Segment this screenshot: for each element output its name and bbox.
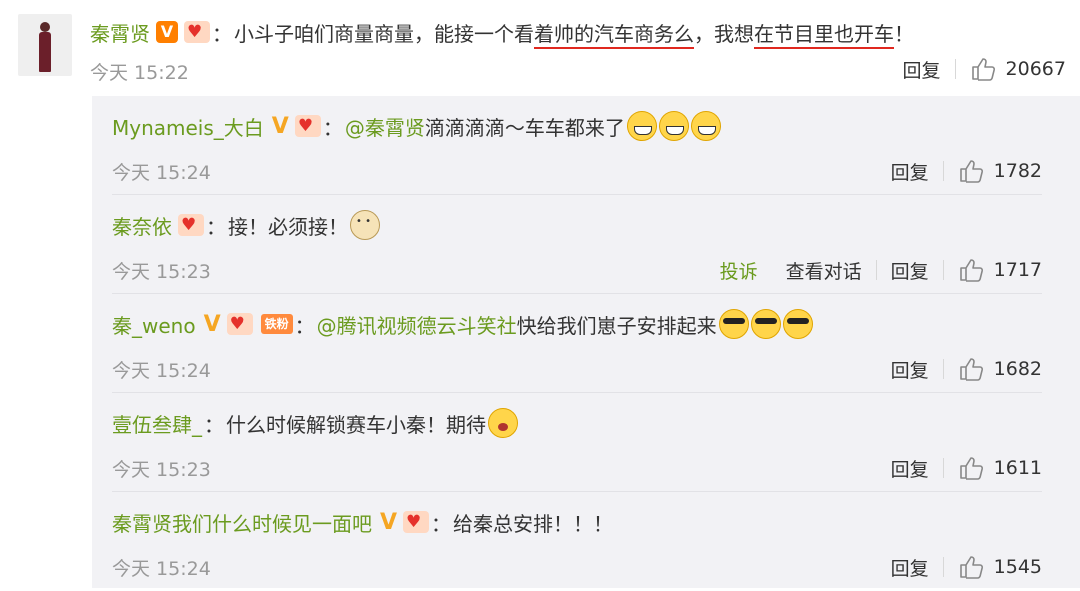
heart-badge-icon: [184, 21, 210, 43]
timestamp: 今天 15:24: [112, 162, 211, 184]
reply-item: 秦_weno V 铁粉 ： @腾讯视频德云斗笑社 快给我们崽子安排起来 今天 1…: [92, 294, 1080, 393]
timestamp: 今天 15:23: [112, 261, 211, 283]
thumb-up-icon: [959, 259, 983, 282]
reply-text: 什么时候解锁赛车小秦！期待: [226, 412, 486, 437]
cool-emoji-icon: [718, 309, 749, 339]
scream-emoji-icon: [488, 408, 518, 438]
heart-badge-icon: [226, 313, 253, 335]
comment-actions: 回复 20667: [889, 54, 1066, 84]
reply-button[interactable]: 回复: [889, 56, 955, 83]
comment-text: ！: [894, 21, 914, 46]
like-count: 1682: [993, 358, 1042, 380]
like-button[interactable]: 1682: [944, 356, 1042, 382]
reply-actions: 回复 1611: [877, 453, 1042, 483]
reply-line: 秦_weno V 铁粉 ： @腾讯视频德云斗笑社 快给我们崽子安排起来: [112, 308, 813, 340]
avatar-head: [40, 22, 50, 32]
reply-line: 秦奈依 ： 接！必须接！: [112, 209, 380, 241]
main-comment-line: 秦霄贤 V ： 小斗子咱们商量商量，能接一个看 着帅的汽车商务么 ，我想 在节目…: [90, 16, 914, 48]
reply-item: 秦霄贤我们什么时候见一面吧 V ： 给秦总安排！！！ 今天 15:24 回复 1…: [92, 492, 1080, 591]
reply-line: 壹伍叁肆_ ： 什么时候解锁赛车小秦！期待: [112, 407, 518, 439]
colon: ：: [206, 214, 226, 239]
gold-v-icon: V: [380, 509, 398, 535]
reply-text: 接！必须接！: [228, 214, 348, 239]
grin-emoji-icon: [658, 111, 689, 141]
reply-button[interactable]: 回复: [877, 554, 943, 581]
reply-button[interactable]: 回复: [877, 257, 943, 284]
heart-badge-icon: [294, 115, 321, 137]
reply-actions: 投诉 查看对话 回复 1717: [706, 255, 1042, 285]
fan-badge: 铁粉: [260, 314, 293, 334]
reply-button[interactable]: 回复: [877, 356, 943, 383]
like-button[interactable]: 1545: [944, 554, 1042, 580]
heart-badge-icon: [403, 511, 430, 533]
colon: ：: [294, 313, 315, 338]
view-conversation-button[interactable]: 查看对话: [772, 257, 876, 284]
colon: ：: [322, 115, 343, 140]
username[interactable]: 秦霄贤: [90, 18, 150, 47]
timestamp: 今天 15:23: [112, 459, 211, 481]
replies-panel: Mynameis_大白 V ： @秦霄贤 滴滴滴滴～车车都来了 今天 15:24…: [92, 96, 1080, 588]
colon: ：: [431, 511, 452, 536]
thumb-up-icon: [959, 358, 983, 381]
reply-text: 给秦总安排！！！: [453, 511, 614, 536]
reply-item: Mynameis_大白 V ： @秦霄贤 滴滴滴滴～车车都来了 今天 15:24…: [92, 96, 1080, 195]
timestamp: 今天 15:24: [112, 558, 211, 580]
reply-line: Mynameis_大白 V ： @秦霄贤 滴滴滴滴～车车都来了: [112, 110, 721, 142]
thumb-up-icon: [959, 457, 983, 480]
reply-actions: 回复 1682: [877, 354, 1042, 384]
doge-emoji-icon: [350, 210, 380, 240]
reply-actions: 回复 1782: [877, 156, 1042, 186]
grin-emoji-icon: [626, 111, 657, 141]
avatar-figure: [39, 32, 51, 72]
username[interactable]: 秦奈依: [112, 211, 172, 240]
like-count: 20667: [1005, 58, 1066, 80]
like-button[interactable]: 20667: [956, 56, 1066, 82]
thumb-up-icon: [971, 58, 995, 81]
username[interactable]: Mynameis_大白: [112, 112, 264, 141]
grin-emoji-icon: [690, 111, 721, 141]
comment-text: ，我想: [694, 21, 754, 46]
username[interactable]: 壹伍叁肆_: [112, 409, 202, 438]
reply-text: 快给我们崽子安排起来: [516, 313, 717, 338]
timestamp: 今天 15:22: [90, 62, 189, 84]
mention-link[interactable]: @秦霄贤: [345, 112, 425, 141]
like-count: 1611: [993, 457, 1042, 479]
comment-text: 小斗子咱们商量商量，能接一个看: [234, 21, 534, 46]
reply-item: 秦奈依 ： 接！必须接！ 今天 15:23 投诉 查看对话 回复 1717: [92, 195, 1080, 294]
like-button[interactable]: 1717: [944, 257, 1042, 283]
cool-emoji-icon: [750, 309, 781, 339]
username[interactable]: 秦_weno: [112, 310, 196, 339]
cool-emoji-icon: [782, 309, 813, 339]
reply-item: 壹伍叁肆_ ： 什么时候解锁赛车小秦！期待 今天 15:23 回复 1611: [92, 393, 1080, 492]
username[interactable]: 秦霄贤我们什么时候见一面吧: [112, 508, 372, 537]
thumb-up-icon: [959, 556, 983, 579]
like-button[interactable]: 1782: [944, 158, 1042, 184]
like-count: 1717: [993, 259, 1042, 281]
gold-v-icon: V: [271, 113, 289, 139]
reply-button[interactable]: 回复: [877, 455, 943, 482]
timestamp: 今天 15:24: [112, 360, 211, 382]
heart-badge-icon: [178, 214, 204, 236]
reply-line: 秦霄贤我们什么时候见一面吧 V ： 给秦总安排！！！: [112, 506, 613, 538]
comment-text-underlined: 在节目里也开车: [754, 21, 894, 46]
gold-v-icon: V: [203, 311, 221, 337]
thumb-up-icon: [959, 160, 983, 183]
reply-actions: 回复 1545: [877, 552, 1042, 582]
like-count: 1782: [993, 160, 1042, 182]
reply-button[interactable]: 回复: [877, 158, 943, 185]
reply-text: 滴滴滴滴～车车都来了: [424, 115, 625, 140]
avatar[interactable]: [18, 14, 72, 76]
colon: ：: [204, 412, 224, 437]
report-button[interactable]: 投诉: [706, 257, 772, 284]
comment-text-underlined: 着帅的汽车商务么: [534, 21, 694, 46]
mention-link[interactable]: @腾讯视频德云斗笑社: [317, 310, 517, 339]
main-comment: 秦霄贤 V ： 小斗子咱们商量商量，能接一个看 着帅的汽车商务么 ，我想 在节目…: [0, 0, 1080, 96]
like-button[interactable]: 1611: [944, 455, 1042, 481]
like-count: 1545: [993, 556, 1042, 578]
verified-badge-icon: V: [156, 21, 178, 43]
colon: ：: [212, 21, 232, 46]
